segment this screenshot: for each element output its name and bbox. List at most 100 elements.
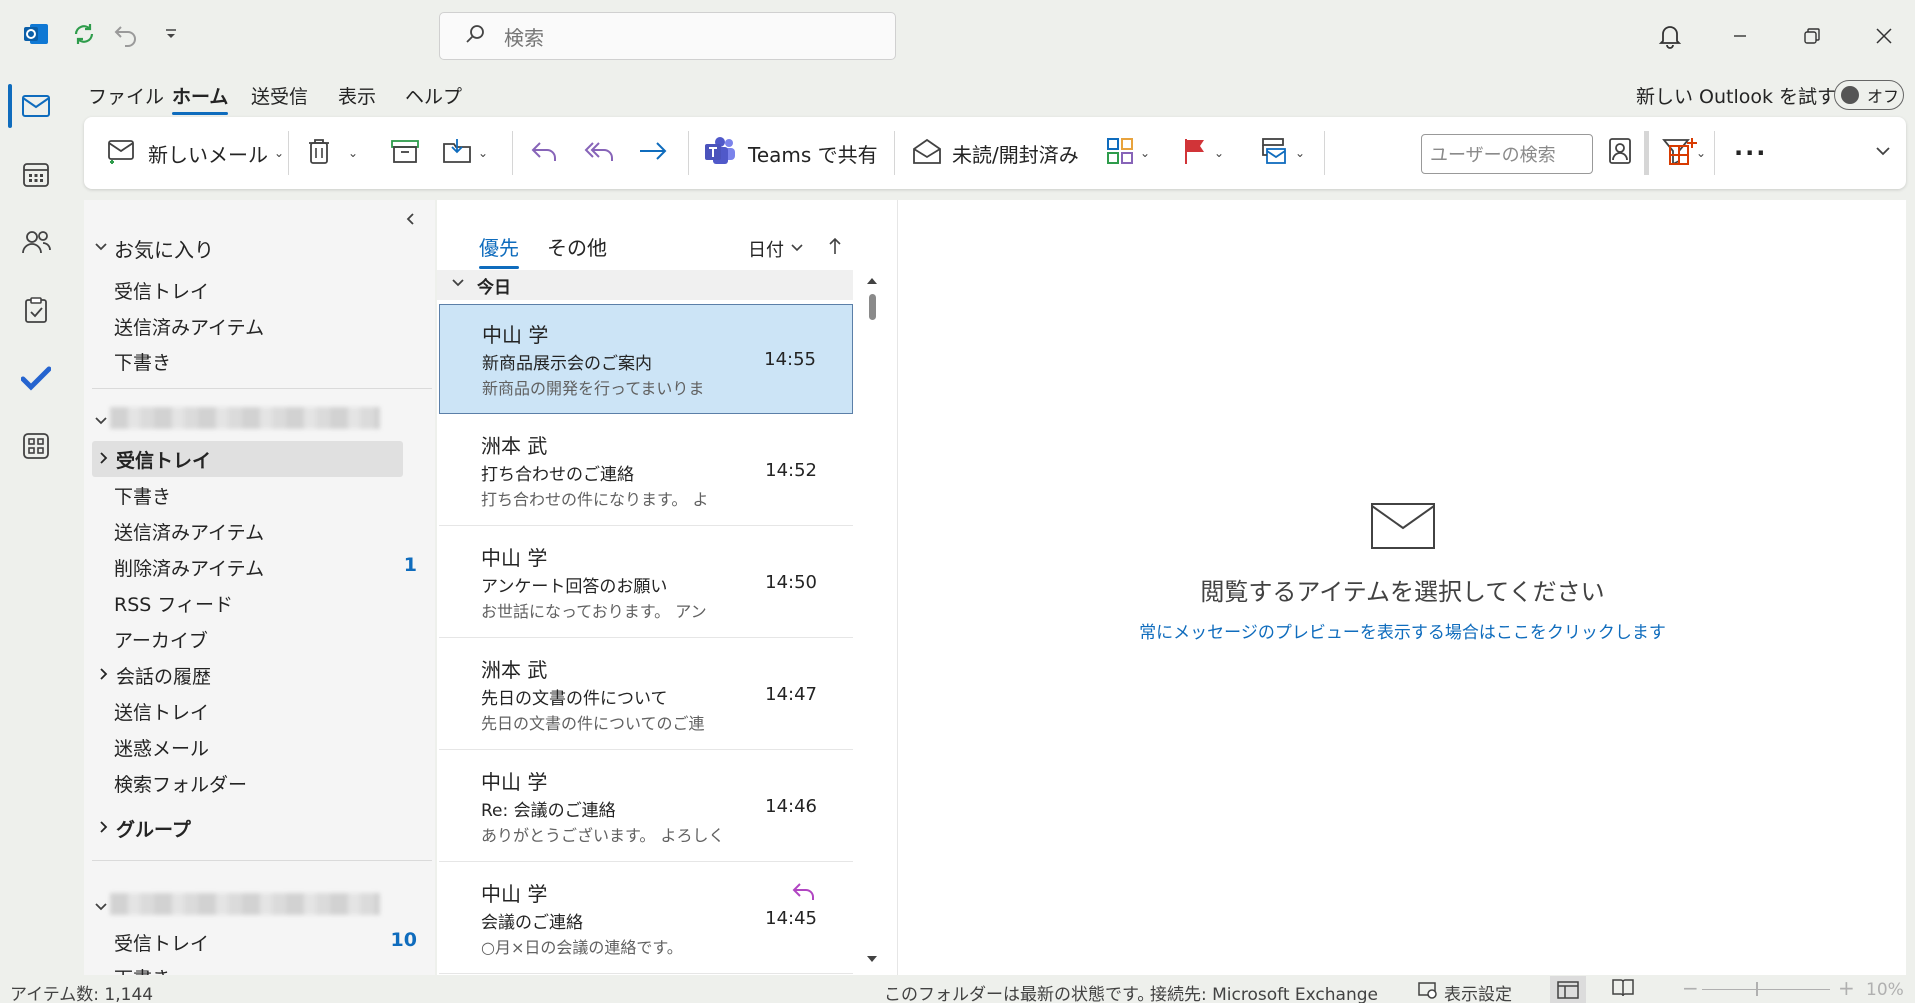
favorite-inbox[interactable]: 受信トレイ [114,277,209,304]
flag-button[interactable]: ⌄ [1182,117,1224,189]
tasks-icon[interactable] [18,292,54,328]
apps-icon[interactable] [18,428,54,464]
delete-button[interactable]: ⌄ [306,117,358,189]
group-today[interactable]: 今日 [437,270,853,300]
folder-pane: お気に入り 受信トレイ 送信済みアイテム 下書き 受信トレイ 下書き 送信済みア… [84,200,435,975]
mail-time: 14:50 [765,572,817,593]
chevron-down-icon[interactable]: ⌄ [348,146,358,160]
envelope-icon [898,502,1907,555]
sync-icon[interactable] [68,18,100,50]
archive-icon [390,138,420,169]
customize-toolbar-icon[interactable] [155,18,187,50]
zoom-in-button[interactable]: + [1838,976,1855,1000]
bell-icon[interactable] [1652,18,1688,54]
more-options-button[interactable]: ··· [1734,117,1767,189]
read-unread-label: 未読/開封済み [952,142,1079,167]
mail-icon[interactable] [18,88,54,124]
teams-share-button[interactable]: Teams で共有 [704,117,878,189]
chevron-down-icon[interactable] [94,412,108,433]
mail-item[interactable]: 洲本 武 先日の文書の件について 14:47 先日の文書の件についてのご連 [439,640,853,750]
people-icon[interactable] [18,224,54,260]
folder-search-folders[interactable]: 検索フォルダー [114,770,247,797]
apps-add-button[interactable] [1668,117,1698,189]
account2-drafts[interactable]: 下書き [114,964,171,975]
chevron-right-icon [98,451,110,469]
folder-archive[interactable]: アーカイブ [114,626,208,653]
sort-by-date-button[interactable]: 日付 [748,236,804,262]
mail-sender: 中山 学 [481,546,548,570]
chevron-down-icon[interactable]: ⌄ [1295,146,1305,160]
favorites-header[interactable]: お気に入り [94,234,214,263]
new-mail-button[interactable]: 新しいメール ⌄ [108,117,284,189]
calendar-icon[interactable] [18,156,54,192]
zoom-slider-thumb[interactable] [1756,982,1758,996]
reply-button[interactable] [530,117,560,189]
folder-conversation-history[interactable]: 会話の履歴 [98,662,211,689]
categorize-button[interactable]: ⌄ [1106,117,1150,189]
todo-icon[interactable] [18,360,54,396]
chevron-down-icon[interactable]: ⌄ [478,146,488,160]
divider [1645,131,1646,175]
normal-view-button[interactable] [1550,976,1586,1003]
mail-item[interactable]: 中山 学 新商品展示会のご案内 14:55 新商品の開発を行ってまいりま [439,304,853,414]
reply-all-button[interactable] [584,117,616,189]
try-new-outlook-label: 新しい Outlook を試す [1636,86,1837,108]
read-unread-button[interactable]: 未読/開封済み [912,117,1079,189]
people-search-input[interactable]: ユーザーの検索 [1421,134,1593,174]
chevron-down-icon[interactable]: ⌄ [1140,146,1150,160]
folder-outbox[interactable]: 送信トレイ [114,698,209,725]
collapse-pane-icon[interactable] [404,210,418,231]
tab-home[interactable]: ホーム [172,82,229,115]
mail-item[interactable]: 中山 学 Re: 会議のご連絡 14:46 ありがとうございます。 よろしく [439,752,853,862]
chevron-down-icon[interactable] [94,898,108,919]
message-list-scrollbar[interactable] [863,270,881,970]
teams-icon [704,136,736,171]
chevron-down-icon[interactable]: ⌄ [1214,146,1224,160]
tab-focused[interactable]: 優先 [479,232,519,269]
mail-item[interactable]: 中山 学 アンケート回答のお願い 14:50 お世話になっております。 アン [439,528,853,638]
rules-button[interactable]: ⌄ [1259,117,1305,189]
reading-pane: 閲覧するアイテムを選択してください 常にメッセージのプレビューを表示する場合はこ… [897,200,1906,975]
folder-rss[interactable]: RSS フィード [114,590,233,617]
folder-deleted[interactable]: 削除済みアイテム [114,554,264,581]
divider [512,131,513,175]
folder-inbox[interactable]: 受信トレイ [98,446,211,473]
mail-item[interactable]: 中山 学 会議のご連絡 14:45 ○月×日の会議の連絡です。 [439,864,853,974]
tab-other[interactable]: その他 [547,232,607,261]
zoom-slider[interactable] [1702,989,1830,990]
zoom-out-button[interactable]: − [1682,976,1699,1000]
flag-icon [1182,137,1208,170]
mail-subject: 新商品展示会のご案内 [482,354,652,374]
tab-file[interactable]: ファイル [88,82,164,109]
favorite-sent[interactable]: 送信済みアイテム [114,313,264,340]
chevron-right-icon [98,667,110,685]
mail-preview: 新商品の開発を行ってまいりま [482,379,705,398]
mail-time: 14:47 [765,684,817,705]
tab-send-receive[interactable]: 送受信 [251,82,308,109]
folder-drafts[interactable]: 下書き [114,482,171,509]
reading-view-button[interactable] [1612,978,1634,1003]
display-settings-button[interactable]: 表示設定 [1418,980,1512,1003]
undo-icon[interactable] [110,18,142,50]
close-button[interactable] [1866,18,1902,54]
chevron-down-icon[interactable]: ⌄ [274,146,284,160]
address-book-button[interactable] [1608,117,1632,189]
folder-junk[interactable]: 迷惑メール [114,734,209,761]
restore-button[interactable] [1794,18,1830,54]
favorite-drafts[interactable]: 下書き [114,348,171,375]
forward-button[interactable] [638,117,668,189]
account2-inbox[interactable]: 受信トレイ [114,929,209,956]
tab-help[interactable]: ヘルプ [405,82,462,109]
archive-button[interactable] [390,117,420,189]
always-preview-link[interactable]: 常にメッセージのプレビューを表示する場合はここをクリックします [898,618,1907,643]
try-new-outlook-toggle[interactable]: オフ [1834,80,1904,110]
search-input[interactable]: 検索 [439,12,896,60]
folder-sent[interactable]: 送信済みアイテム [114,518,264,545]
move-button[interactable]: ⌄ [442,117,488,189]
sort-direction-icon[interactable] [827,236,843,261]
groups-header[interactable]: グループ [98,815,191,842]
minimize-button[interactable] [1722,18,1758,54]
tab-view[interactable]: 表示 [338,82,376,109]
mail-item[interactable]: 洲本 武 打ち合わせのご連絡 14:52 打ち合わせの件になります。 よ [439,416,853,526]
ribbon-expand-button[interactable] [1874,117,1892,189]
